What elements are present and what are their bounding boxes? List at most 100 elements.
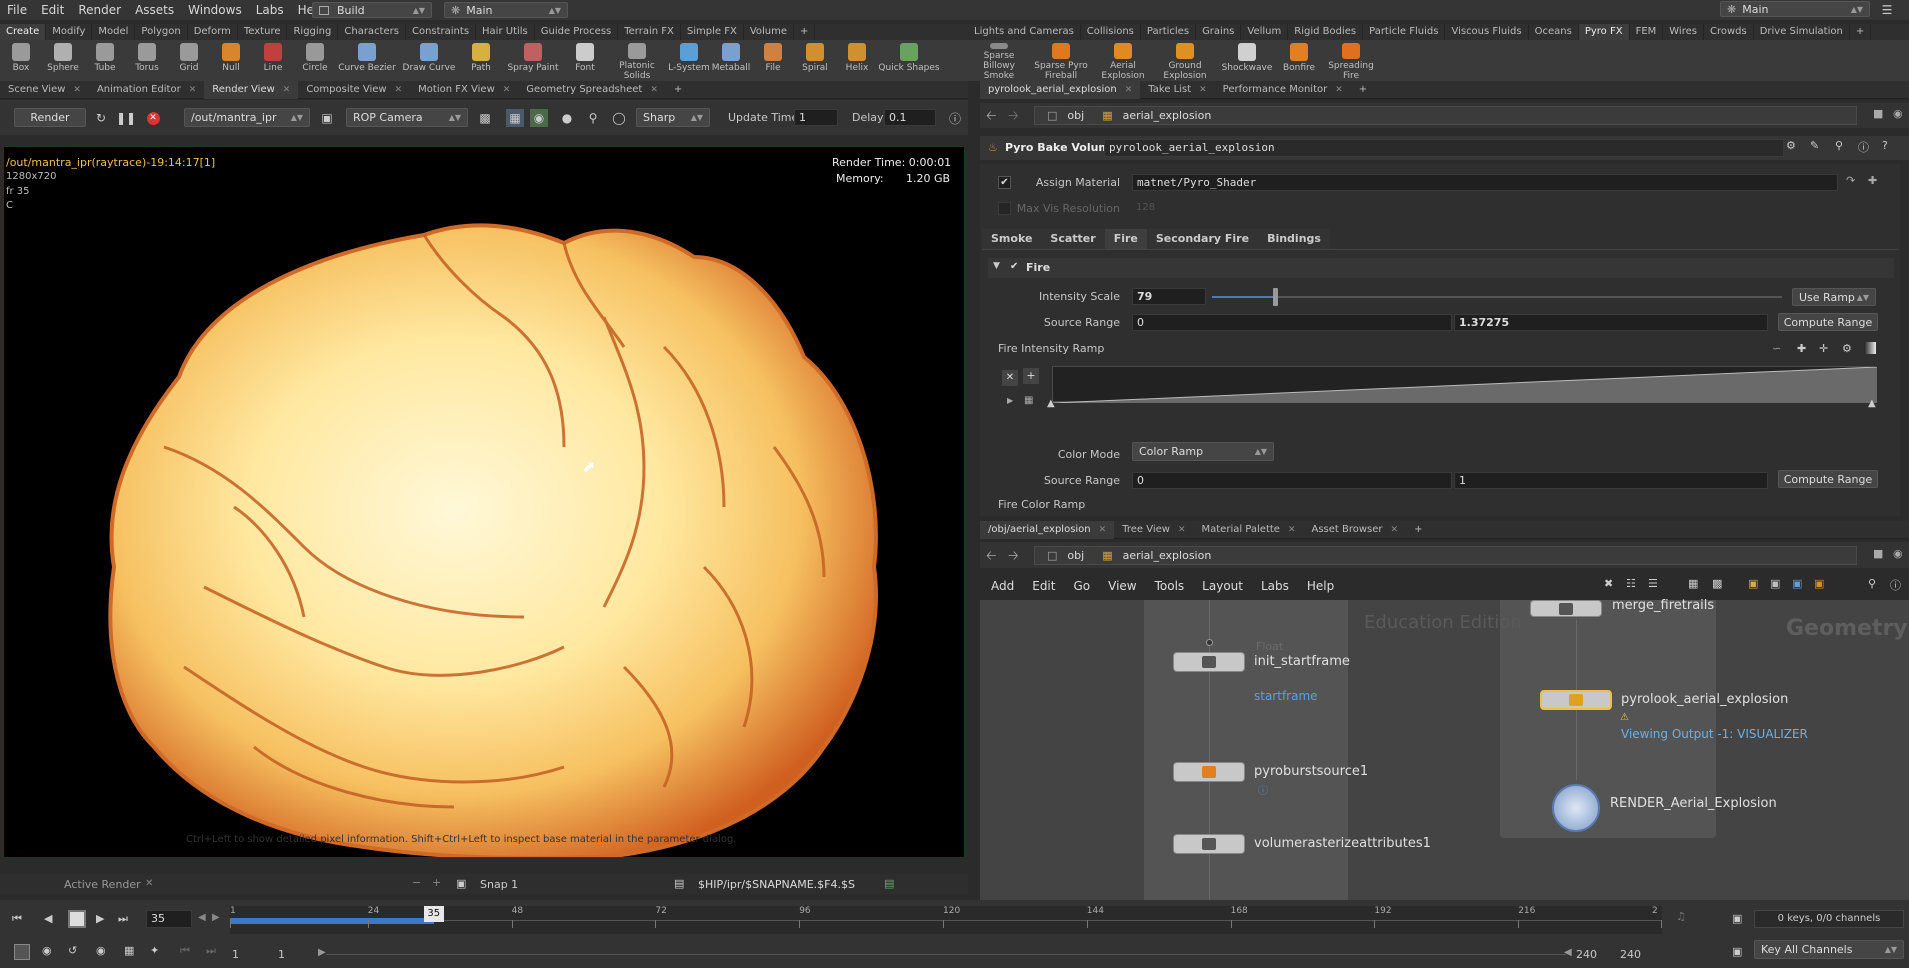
sphere-preview-icon[interactable]: ◯ [610, 109, 628, 127]
timeline-playhead[interactable]: 35 [423, 906, 444, 922]
tool-sphere[interactable]: Sphere [42, 40, 84, 81]
tool-metaball[interactable]: Metaball [710, 40, 752, 81]
shelf-tab-guide-process[interactable]: Guide Process [535, 24, 619, 40]
shelf-tab-model[interactable]: Model [92, 24, 136, 40]
go-start-icon[interactable]: ⏮ [12, 912, 22, 926]
net-search-icon[interactable]: ⚲ [1868, 577, 1876, 590]
menu-icon[interactable]: ☰ [1878, 1, 1896, 19]
tool-quick-shapes[interactable]: Quick Shapes [878, 40, 940, 81]
range-end-field[interactable]: 240 [1576, 948, 1597, 961]
left-tab-render-view[interactable]: Render View ✕ [204, 80, 299, 99]
tool-tube[interactable]: Tube [84, 40, 126, 81]
pin-icon[interactable]: ■ [1873, 107, 1883, 120]
pin-icon[interactable]: ■ [1873, 547, 1883, 560]
fire-section-header[interactable] [988, 258, 1894, 278]
fire-section-checkbox[interactable]: ✔ [1010, 261, 1018, 272]
network-path[interactable]: □ obj ▦ aerial_explosion [1034, 546, 1857, 565]
menu-assets[interactable]: Assets [128, 0, 181, 20]
network-menu-labs[interactable]: Labs [1252, 579, 1298, 593]
tool-sparse-pyro-fireball[interactable]: Sparse Pyro Fireball [1030, 40, 1092, 81]
preview-icon[interactable]: ◉ [530, 109, 548, 127]
left-tab-scene-view[interactable]: Scene View ✕ [0, 81, 89, 99]
close-tab-icon[interactable]: ✕ [1288, 521, 1296, 539]
range-start2-field[interactable]: 1 [278, 948, 285, 961]
param-tab-bindings[interactable]: Bindings [1258, 229, 1330, 249]
network-menu-view[interactable]: View [1099, 579, 1145, 593]
range-slider-left[interactable]: ▶ [318, 947, 326, 958]
grid-view-icon[interactable]: ▦ [1688, 577, 1698, 590]
shelf-tab-lights-and-cameras[interactable]: Lights and Cameras [968, 24, 1081, 40]
camera-icon[interactable]: ▣ [456, 877, 466, 890]
network-editor[interactable] [980, 600, 1909, 900]
network-menu-tools[interactable]: Tools [1146, 579, 1194, 593]
image-icon[interactable]: ▣ [1770, 577, 1780, 590]
param-tab-secondary-fire[interactable]: Secondary Fire [1146, 229, 1259, 249]
shelf-tab-characters[interactable]: Characters [338, 24, 406, 40]
node-name-field[interactable]: pyrolook_aerial_explosion [1104, 139, 1784, 157]
intensity-slider-track[interactable] [1212, 296, 1782, 298]
shelf-tab-drive-simulation[interactable]: Drive Simulation [1754, 24, 1850, 40]
pause-icon[interactable]: ❚❚ [116, 109, 136, 127]
menu-render[interactable]: Render [71, 0, 128, 20]
network-menu-edit[interactable]: Edit [1023, 579, 1064, 593]
shelf-tab-oceans[interactable]: Oceans [1529, 24, 1579, 40]
rop-select[interactable]: /out/mantra_ipr ▲▼ [184, 108, 310, 127]
add-tab-icon[interactable]: + [1351, 81, 1375, 99]
tool-font[interactable]: Font [564, 40, 606, 81]
param-path[interactable]: □ obj ▦ aerial_explosion [1034, 106, 1857, 125]
save-render-icon[interactable]: ▤ [884, 877, 894, 890]
info-icon[interactable]: ⓘ [1858, 139, 1869, 155]
tool-line[interactable]: Line [252, 40, 294, 81]
tool-file[interactable]: File [752, 40, 794, 81]
tool-platonic-solids[interactable]: Platonic Solids [606, 40, 668, 81]
refresh-icon[interactable]: ↻ [92, 109, 110, 127]
close-tab-icon[interactable]: ✕ [1125, 81, 1133, 99]
network-menu-go[interactable]: Go [1064, 579, 1099, 593]
param-tab-fire[interactable]: Fire [1104, 229, 1147, 249]
tool-null[interactable]: Null [210, 40, 252, 81]
network-tab-obj-aerial-explosion[interactable]: /obj/aerial_explosion ✕ [980, 520, 1115, 539]
render-rop-icon[interactable] [1552, 784, 1600, 832]
shelf-tab-texture[interactable]: Texture [238, 24, 288, 40]
close-tab-icon[interactable]: ✕ [1199, 81, 1207, 99]
add-shelf-tab-icon[interactable]: + [794, 24, 816, 40]
range-slider-right[interactable]: ◀ [1564, 947, 1572, 958]
shelf-tab-crowds[interactable]: Crowds [1704, 24, 1754, 40]
tool-sparse-billowy-smoke[interactable]: Sparse Billowy Smoke [968, 40, 1030, 81]
tool-box[interactable]: Box [0, 40, 42, 81]
go-end-icon[interactable]: ⏭ [118, 912, 128, 926]
search-icon[interactable]: ⚲ [1835, 139, 1843, 152]
param-tab-pyrolook-aerial-explosion[interactable]: pyrolook_aerial_explosion ✕ [980, 80, 1141, 99]
tool-path[interactable]: Path [460, 40, 502, 81]
ramp-curve-icon[interactable]: ∽ [1772, 342, 1781, 355]
tool-draw-curve[interactable]: Draw Curve [398, 40, 460, 81]
close-tab-icon[interactable]: ✕ [283, 81, 291, 99]
ramp-delete-icon[interactable]: ✕ [1002, 370, 1018, 386]
plus-icon[interactable]: + [432, 876, 441, 889]
key-icon[interactable]: ▣ [1732, 912, 1742, 925]
help-icon[interactable]: ⓘ [946, 109, 964, 127]
input-dot[interactable] [1206, 639, 1213, 646]
shelf-tab-create[interactable]: Create [0, 24, 47, 40]
source-range-min-field[interactable]: 0 [1132, 314, 1452, 331]
shelf-tab-rigid-bodies[interactable]: Rigid Bodies [1288, 24, 1364, 40]
delay-field[interactable]: 0.1 [884, 109, 936, 126]
close-tab-icon[interactable]: ✕ [650, 81, 658, 99]
param-tab-performance-monitor[interactable]: Performance Monitor ✕ [1215, 81, 1351, 99]
net-back-icon[interactable]: 🡠 [986, 547, 997, 569]
source-range-max-field[interactable]: 1.37275 [1454, 314, 1768, 331]
range-start-field[interactable]: 1 [232, 948, 239, 961]
tool-bonfire[interactable]: Bonfire [1278, 40, 1320, 81]
tool-curve-bezier[interactable]: Curve Bezier [336, 40, 398, 81]
key-all-icon[interactable]: ▣ [1732, 945, 1742, 958]
intensity-slider-handle[interactable] [1272, 288, 1278, 306]
menu-edit[interactable]: Edit [34, 0, 71, 20]
param-tab-smoke[interactable]: Smoke [982, 229, 1042, 249]
param-tab-scatter[interactable]: Scatter [1041, 229, 1105, 249]
tool-ground-explosion[interactable]: Ground Explosion [1154, 40, 1216, 81]
tool-helix[interactable]: Helix [836, 40, 878, 81]
node-volumerasterize[interactable] [1173, 834, 1245, 854]
tool-grid[interactable]: Grid [168, 40, 210, 81]
region-icon[interactable]: ▦ [506, 109, 524, 127]
range-end2-field[interactable]: 240 [1620, 948, 1641, 961]
